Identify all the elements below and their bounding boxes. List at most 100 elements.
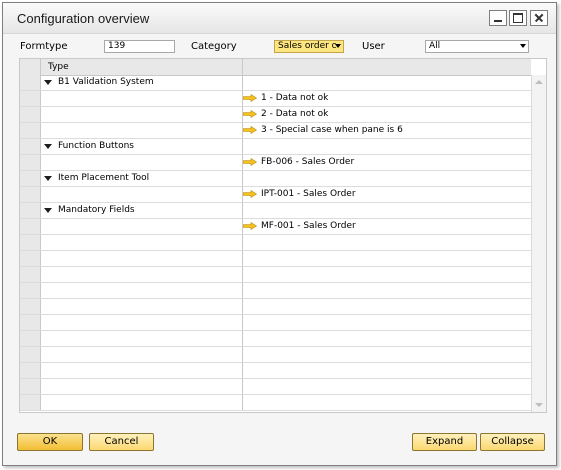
link-arrow-icon[interactable] (243, 110, 257, 118)
empty-row[interactable] (20, 331, 531, 347)
empty-row[interactable] (20, 363, 531, 379)
empty-row[interactable] (20, 299, 531, 315)
rule-cell[interactable] (243, 171, 531, 186)
type-cell[interactable] (42, 267, 242, 282)
minimize-icon[interactable] (489, 10, 507, 26)
rule-cell[interactable] (243, 347, 531, 362)
title-bar[interactable]: Configuration overview (3, 3, 556, 34)
row-header[interactable] (20, 331, 41, 346)
rule-cell[interactable] (243, 395, 531, 410)
row-header[interactable] (20, 363, 41, 378)
type-cell[interactable] (42, 155, 242, 170)
row-header[interactable] (20, 171, 41, 186)
item-row[interactable]: IPT-001 - Sales Order (20, 187, 531, 203)
rule-cell[interactable] (243, 139, 531, 154)
row-header[interactable] (20, 203, 41, 218)
expand-button[interactable]: Expand (412, 433, 477, 451)
row-header[interactable] (20, 251, 41, 266)
link-arrow-icon[interactable] (243, 222, 257, 230)
type-cell[interactable] (42, 395, 242, 410)
link-arrow-icon[interactable] (243, 126, 257, 134)
type-cell[interactable] (42, 187, 242, 202)
type-cell[interactable] (42, 379, 242, 394)
cancel-button[interactable]: Cancel (89, 433, 154, 451)
row-header-corner[interactable] (20, 59, 41, 75)
row-header[interactable] (20, 267, 41, 282)
type-cell[interactable]: Item Placement Tool (42, 171, 242, 186)
group-row[interactable]: Mandatory Fields (20, 203, 531, 219)
rule-cell[interactable]: 2 - Data not ok (243, 107, 531, 122)
rule-cell[interactable] (243, 379, 531, 394)
item-row[interactable]: 1 - Data not ok (20, 91, 531, 107)
item-row[interactable]: 3 - Special case when pane is 6 (20, 123, 531, 139)
collapse-button[interactable]: Collapse (480, 433, 545, 451)
row-header[interactable] (20, 379, 41, 394)
rule-cell[interactable]: 3 - Special case when pane is 6 (243, 123, 531, 138)
ok-button[interactable]: OK (17, 433, 83, 451)
empty-row[interactable] (20, 283, 531, 299)
link-arrow-icon[interactable] (243, 94, 257, 102)
row-header[interactable] (20, 299, 41, 314)
rule-cell[interactable] (243, 299, 531, 314)
empty-row[interactable] (20, 395, 531, 411)
row-header[interactable] (20, 283, 41, 298)
type-cell[interactable]: Mandatory Fields (42, 203, 242, 218)
scroll-up-icon[interactable] (535, 80, 543, 84)
vertical-scrollbar[interactable] (531, 75, 546, 412)
type-cell[interactable] (42, 331, 242, 346)
rule-cell[interactable] (243, 267, 531, 282)
link-arrow-icon[interactable] (243, 158, 257, 166)
empty-row[interactable] (20, 235, 531, 251)
row-header[interactable] (20, 315, 41, 330)
type-cell[interactable] (42, 123, 242, 138)
maximize-icon[interactable] (509, 10, 527, 26)
rule-cell[interactable] (243, 235, 531, 250)
type-cell[interactable] (42, 283, 242, 298)
empty-row[interactable] (20, 251, 531, 267)
type-cell[interactable] (42, 235, 242, 250)
rule-cell[interactable]: IPT-001 - Sales Order (243, 187, 531, 202)
rule-cell[interactable] (243, 75, 531, 90)
item-row[interactable]: FB-006 - Sales Order (20, 155, 531, 171)
rule-cell[interactable]: 1 - Data not ok (243, 91, 531, 106)
row-header[interactable] (20, 139, 41, 154)
user-dropdown[interactable]: All (425, 40, 529, 53)
type-cell[interactable] (42, 219, 242, 234)
type-cell[interactable] (42, 107, 242, 122)
rule-cell[interactable]: FB-006 - Sales Order (243, 155, 531, 170)
type-cell[interactable] (42, 251, 242, 266)
column-header-type[interactable]: Type (48, 62, 69, 72)
category-dropdown[interactable]: Sales order c (274, 40, 344, 53)
type-cell[interactable] (42, 315, 242, 330)
type-cell[interactable] (42, 347, 242, 362)
close-icon[interactable] (530, 10, 548, 26)
rule-cell[interactable] (243, 363, 531, 378)
collapse-triangle-icon[interactable] (44, 176, 52, 181)
empty-row[interactable] (20, 347, 531, 363)
row-header[interactable] (20, 219, 41, 234)
group-row[interactable]: Item Placement Tool (20, 171, 531, 187)
empty-row[interactable] (20, 379, 531, 395)
row-header[interactable] (20, 187, 41, 202)
rule-cell[interactable] (243, 315, 531, 330)
group-row[interactable]: Function Buttons (20, 139, 531, 155)
row-header[interactable] (20, 123, 41, 138)
type-cell[interactable] (42, 299, 242, 314)
type-cell[interactable]: B1 Validation System (42, 75, 242, 90)
scroll-down-icon[interactable] (535, 403, 543, 407)
empty-row[interactable] (20, 267, 531, 283)
row-header[interactable] (20, 235, 41, 250)
row-header[interactable] (20, 91, 41, 106)
type-cell[interactable]: Function Buttons (42, 139, 242, 154)
collapse-triangle-icon[interactable] (44, 144, 52, 149)
empty-row[interactable] (20, 315, 531, 331)
row-header[interactable] (20, 347, 41, 362)
group-row[interactable]: B1 Validation System (20, 75, 531, 91)
row-header[interactable] (20, 155, 41, 170)
row-header[interactable] (20, 75, 41, 90)
item-row[interactable]: 2 - Data not ok (20, 107, 531, 123)
item-row[interactable]: MF-001 - Sales Order (20, 219, 531, 235)
rule-cell[interactable]: MF-001 - Sales Order (243, 219, 531, 234)
link-arrow-icon[interactable] (243, 190, 257, 198)
formtype-field[interactable]: 139 (104, 40, 175, 53)
